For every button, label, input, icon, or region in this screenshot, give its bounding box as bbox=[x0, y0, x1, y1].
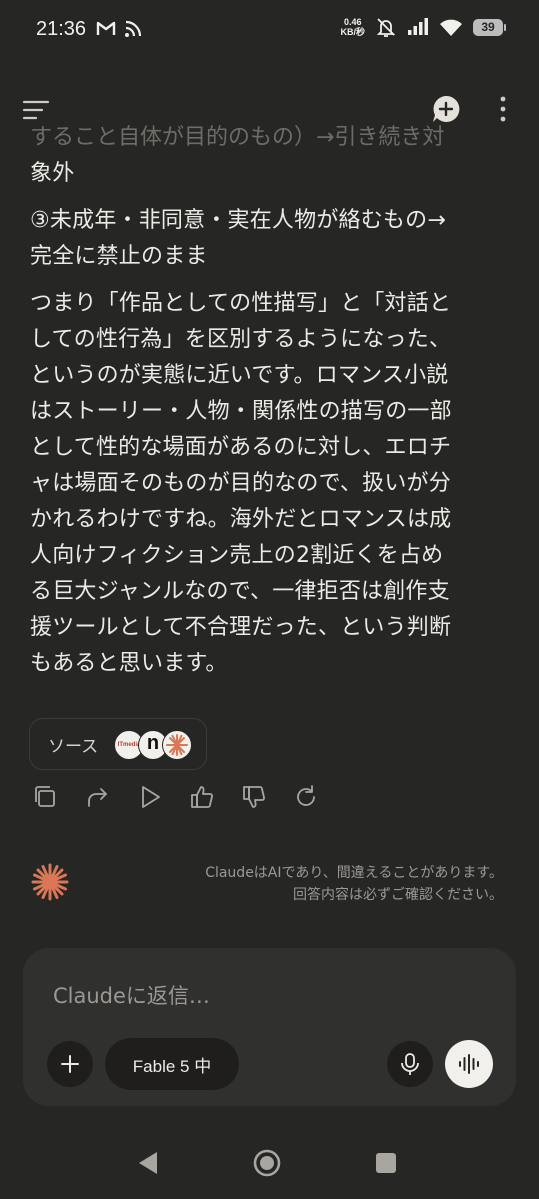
recent-apps-icon[interactable] bbox=[375, 1152, 397, 1174]
text-line: もあると思います。 bbox=[30, 651, 228, 676]
text-line: つまり「作品としての性描写」と「対話と bbox=[30, 291, 452, 316]
signal-icon bbox=[408, 18, 428, 35]
thumbs-down-icon[interactable] bbox=[241, 782, 267, 812]
sources-button[interactable]: ソース ITmedia n bbox=[29, 718, 207, 770]
message-composer: Claudeに返信… Fable 5 中 bbox=[23, 948, 516, 1106]
play-icon[interactable] bbox=[137, 782, 163, 812]
share-icon[interactable] bbox=[85, 782, 111, 812]
text-line: として性的な場面があるのに対し、エロチ bbox=[30, 435, 452, 460]
mute-icon bbox=[376, 18, 396, 37]
wifi-icon bbox=[440, 19, 462, 36]
source-itmedia-text: ITmedia bbox=[117, 742, 141, 748]
text-line: 完全に禁止のまま bbox=[30, 244, 208, 269]
message-paragraph-2: ③未成年・非同意・実在人物が絡むもの→ 完全に禁止のまま bbox=[30, 203, 508, 275]
source-claude-icon bbox=[162, 730, 192, 760]
thumbs-up-icon[interactable] bbox=[189, 782, 215, 812]
battery-indicator: 39 bbox=[473, 18, 506, 36]
faded-text-line: すること自体が目的のもの）→引き続き対 bbox=[30, 125, 445, 150]
text-line: ③未成年・非同意・実在人物が絡むもの→ bbox=[30, 208, 446, 233]
disclaimer-line-2: 回答内容は必ずご確認ください。 bbox=[293, 887, 503, 903]
reply-input[interactable]: Claudeに返信… bbox=[53, 980, 210, 1010]
sources-label: ソース bbox=[48, 736, 99, 757]
plus-icon bbox=[61, 1055, 79, 1073]
status-right: 0.46 KB/秒 39 bbox=[341, 16, 506, 38]
message-actions bbox=[30, 782, 330, 812]
text-line: 象外 bbox=[30, 161, 75, 186]
claude-logo-icon bbox=[31, 863, 69, 901]
net-speed-value: 0.46 bbox=[343, 17, 362, 27]
text-line: る巨大ジャンルなので、一律拒否は創作支 bbox=[30, 579, 450, 604]
retry-icon[interactable] bbox=[293, 782, 319, 812]
system-nav-bar bbox=[0, 1140, 539, 1190]
add-attachment-button[interactable] bbox=[47, 1041, 93, 1087]
text-line: 人向けフィクション売上の2割近くを占め bbox=[30, 543, 444, 568]
disclaimer-line-1: ClaudeはAIであり、間違えることがあります。 bbox=[205, 865, 503, 881]
back-icon[interactable] bbox=[137, 1150, 159, 1176]
rss-icon bbox=[125, 20, 142, 37]
text-line: はストーリー・人物・関係性の描写の一部 bbox=[30, 399, 452, 424]
net-speed: 0.46 KB/秒 bbox=[341, 17, 366, 37]
status-left-icons bbox=[96, 20, 142, 38]
waveform-icon bbox=[459, 1054, 479, 1074]
text-line: かれるわけですね。海外だとロマンスは成 bbox=[30, 507, 452, 532]
microphone-icon bbox=[401, 1053, 419, 1075]
voice-mode-button[interactable] bbox=[445, 1040, 493, 1088]
ai-disclaimer: ClaudeはAIであり、間違えることがあります。 回答内容は必ずご確認ください… bbox=[205, 862, 503, 906]
message-paragraph-3: つまり「作品としての性描写」と「対話と しての性行為」を区別するようになった、 … bbox=[30, 286, 508, 682]
status-time: 21:36 bbox=[36, 18, 87, 40]
model-selector-button[interactable]: Fable 5 中 bbox=[105, 1038, 239, 1090]
text-line: 援ツールとして不合理だった、という判断 bbox=[30, 615, 452, 640]
gmail-icon bbox=[96, 21, 116, 35]
source-note-text: n bbox=[146, 732, 160, 754]
microphone-button[interactable] bbox=[387, 1041, 433, 1087]
claude-spark-icon bbox=[166, 734, 188, 756]
net-speed-unit: KB/秒 bbox=[340, 27, 366, 37]
status-bar: 21:36 0.46 KB/秒 39 bbox=[0, 0, 539, 62]
message-paragraph-1: 象外 bbox=[30, 156, 508, 192]
assistant-message: すること自体が目的のもの）→引き続き対 象外 ③未成年・非同意・実在人物が絡むも… bbox=[30, 120, 508, 693]
source-icons: ITmedia n bbox=[114, 730, 194, 760]
copy-icon[interactable] bbox=[32, 782, 58, 812]
home-icon[interactable] bbox=[252, 1148, 282, 1178]
text-line: というのが実態に近いです。ロマンス小説 bbox=[30, 363, 449, 388]
text-line: ャは場面そのものが目的なので、扱いが分 bbox=[30, 471, 451, 496]
text-line: しての性行為」を区別するようになった、 bbox=[30, 327, 452, 352]
